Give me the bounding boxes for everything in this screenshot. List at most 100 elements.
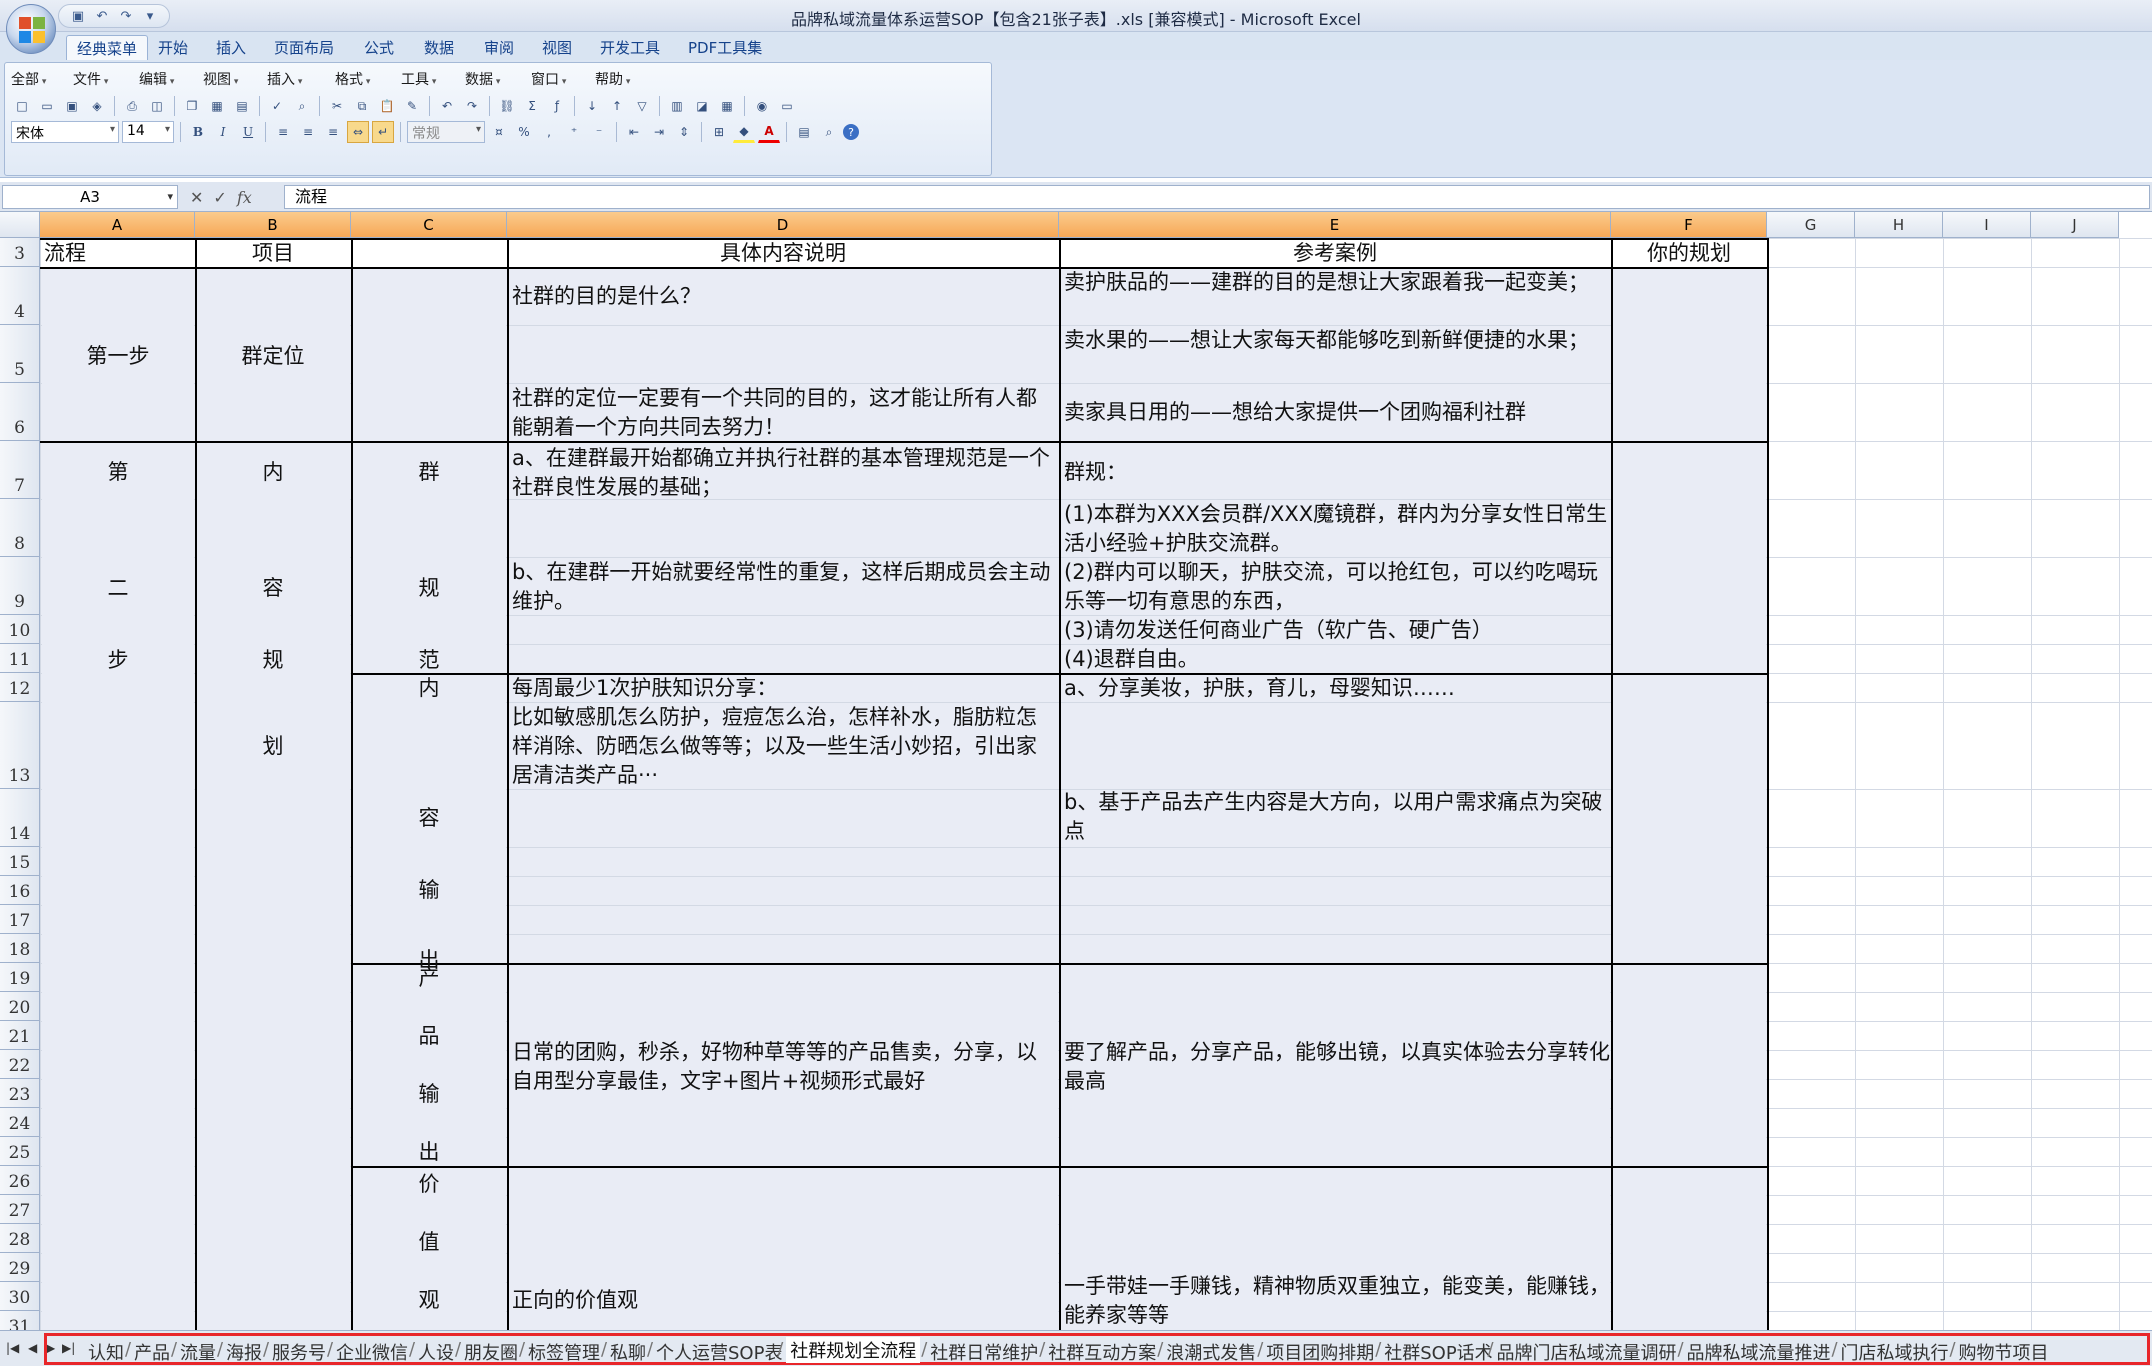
sheet-tab[interactable]: 项目团购排期 [1266, 1339, 1374, 1365]
cell-a3[interactable]: 流程 [44, 239, 194, 268]
paste-icon[interactable]: 📋 [376, 95, 398, 117]
cell-d7[interactable]: a、在建群最开始都确立并执行社群的基本管理规范是一个社群良性发展的基础； [512, 444, 1056, 502]
new-file-icon[interactable]: □ [11, 95, 33, 117]
tab-classic-menu[interactable]: 经典菜单 [66, 35, 149, 60]
sort-ascending-icon[interactable]: ↓ [581, 95, 603, 117]
print-icon[interactable]: ⎙ [121, 95, 143, 117]
row-header-9[interactable]: 9 [0, 557, 40, 615]
tab-review[interactable]: 审阅 [474, 35, 524, 60]
tab-pdf-tools[interactable]: PDF工具集 [678, 35, 772, 60]
cell-step2-char[interactable]: 步 [42, 646, 194, 675]
fill-color-icon[interactable]: ◆ [733, 121, 755, 143]
cell-content-plan-char[interactable]: 划 [196, 732, 350, 761]
sheet-tab[interactable]: 产品 [134, 1339, 170, 1365]
office-button[interactable] [6, 4, 56, 54]
align-center-icon[interactable]: ≡ [297, 121, 319, 143]
row-header-11[interactable]: 11 [0, 644, 40, 673]
sheet-tab[interactable]: 认知 [88, 1339, 124, 1365]
row-header-10[interactable]: 10 [0, 615, 40, 644]
column-header-h[interactable]: H [1855, 212, 1943, 238]
menu-insert[interactable]: 插入 [267, 69, 302, 89]
name-box[interactable]: A3 [2, 185, 178, 209]
row-header-15[interactable]: 15 [0, 847, 40, 876]
row-header-4[interactable]: 4 [0, 267, 40, 325]
sort-descending-icon[interactable]: ↑ [606, 95, 628, 117]
cell-group-rules-char[interactable]: 规 [352, 574, 506, 603]
align-right-icon[interactable]: ≡ [322, 121, 344, 143]
row-header-25[interactable]: 25 [0, 1137, 40, 1166]
decrease-decimal-icon[interactable]: ⁻ [588, 121, 610, 143]
align-left-icon[interactable]: ≡ [272, 121, 294, 143]
cell-e5[interactable]: 卖水果的——想让大家每天都能够吃到新鲜便捷的水果； [1064, 326, 1610, 355]
format-painter-icon[interactable]: ✎ [401, 95, 423, 117]
table-icon[interactable]: ▦ [716, 95, 738, 117]
redo-icon[interactable]: ↷ [461, 95, 483, 117]
row-header-16[interactable]: 16 [0, 876, 40, 905]
function-icon[interactable]: ƒ [546, 95, 568, 117]
font-name-select[interactable]: 宋体 [11, 121, 119, 143]
cell-d9[interactable]: b、在建群一开始就要经常性的重复，这样后期成员会主动维护。 [512, 558, 1056, 616]
row-header-26[interactable]: 26 [0, 1166, 40, 1195]
sheet-tab[interactable]: 浪潮式发售 [1166, 1339, 1256, 1365]
cancel-icon[interactable]: ✕ [190, 188, 203, 207]
cell-d6[interactable]: 社群的定位一定要有一个共同的目的，这才能让所有人都能朝着一个方向共同去努力！ [512, 384, 1052, 442]
cell-content-output-char[interactable]: 容 [352, 804, 506, 833]
row-header-30[interactable]: 30 [0, 1282, 40, 1311]
cell-e8[interactable]: (1)本群为XXX会员群/XXX魔镜群，群内为分享女性日常生活小经验+护肤交流群… [1064, 500, 1610, 558]
row-header-18[interactable]: 18 [0, 934, 40, 963]
copy-icon[interactable]: ❐ [181, 95, 203, 117]
column-header-f[interactable]: F [1611, 212, 1767, 238]
italic-button[interactable]: I [212, 121, 234, 143]
row-header-29[interactable]: 29 [0, 1253, 40, 1282]
sheet-tab[interactable]: 社群互动方案 [1048, 1339, 1156, 1365]
sheet-tab[interactable]: 购物节项目 [1958, 1339, 2048, 1365]
tab-view[interactable]: 视图 [532, 35, 582, 60]
number-format-select[interactable]: 常规 [407, 121, 485, 143]
sheet-tab[interactable]: 社群SOP话术 [1384, 1339, 1492, 1365]
row-header-3[interactable]: 3 [0, 238, 40, 267]
sheet-tab[interactable]: 品牌私域流量推进 [1686, 1339, 1830, 1365]
underline-button[interactable]: U [237, 121, 259, 143]
paste-preview-icon[interactable]: ▤ [231, 95, 253, 117]
cell-product-output-char[interactable]: 品 [352, 1022, 506, 1051]
row-header-19[interactable]: 19 [0, 963, 40, 992]
percent-icon[interactable]: % [513, 121, 535, 143]
merge-center-icon[interactable]: ⇔ [347, 121, 369, 143]
tab-insert[interactable]: 插入 [206, 35, 256, 60]
print-area-icon[interactable]: ▦ [206, 95, 228, 117]
cell-d4[interactable]: 社群的目的是什么？ [512, 282, 1052, 311]
tab-formulas[interactable]: 公式 [354, 35, 404, 60]
cell-values-char[interactable]: 值 [352, 1228, 506, 1257]
column-header-j[interactable]: J [2031, 212, 2119, 238]
tab-home[interactable]: 开始 [148, 35, 198, 60]
sheet-tab[interactable]: 社群日常维护 [930, 1339, 1038, 1365]
sheet-tab[interactable]: 流量 [180, 1339, 216, 1365]
text-direction-icon[interactable]: ⇕ [673, 121, 695, 143]
sheet-tab[interactable]: 标签管理 [528, 1339, 600, 1365]
row-header-14[interactable]: 14 [0, 789, 40, 847]
cell-e3[interactable]: 参考案例 [1060, 239, 1610, 268]
help-icon[interactable]: ? [843, 124, 859, 140]
column-header-a[interactable]: A [40, 212, 195, 238]
cell-values-char[interactable]: 观 [352, 1286, 506, 1315]
row-header-28[interactable]: 28 [0, 1224, 40, 1253]
sheet-tab[interactable]: 服务号 [272, 1339, 326, 1365]
column-header-b[interactable]: B [195, 212, 351, 238]
cell-step1-flow[interactable]: 第一步 [42, 342, 194, 371]
sheet-tab[interactable]: 品牌门店私域流量调研 [1496, 1339, 1676, 1365]
formula-input[interactable]: 流程 [284, 185, 2150, 209]
row-header-21[interactable]: 21 [0, 1021, 40, 1050]
enter-icon[interactable]: ✓ [213, 188, 226, 207]
row-header-5[interactable]: 5 [0, 325, 40, 383]
permission-icon[interactable]: ◈ [86, 95, 108, 117]
comma-icon[interactable]: , [538, 121, 560, 143]
cell-step2-char[interactable]: 二 [42, 574, 194, 603]
sheet-tab[interactable]: 朋友圈 [464, 1339, 518, 1365]
row-header-24[interactable]: 24 [0, 1108, 40, 1137]
menu-edit[interactable]: 编辑 [139, 69, 174, 89]
column-header-c[interactable]: C [351, 212, 507, 238]
cell-group-rules-char[interactable]: 群 [352, 458, 506, 487]
find-icon[interactable]: ⌕ [818, 121, 840, 143]
font-size-select[interactable]: 14 [122, 121, 174, 143]
cell-content-output-char[interactable]: 内 [352, 674, 506, 703]
